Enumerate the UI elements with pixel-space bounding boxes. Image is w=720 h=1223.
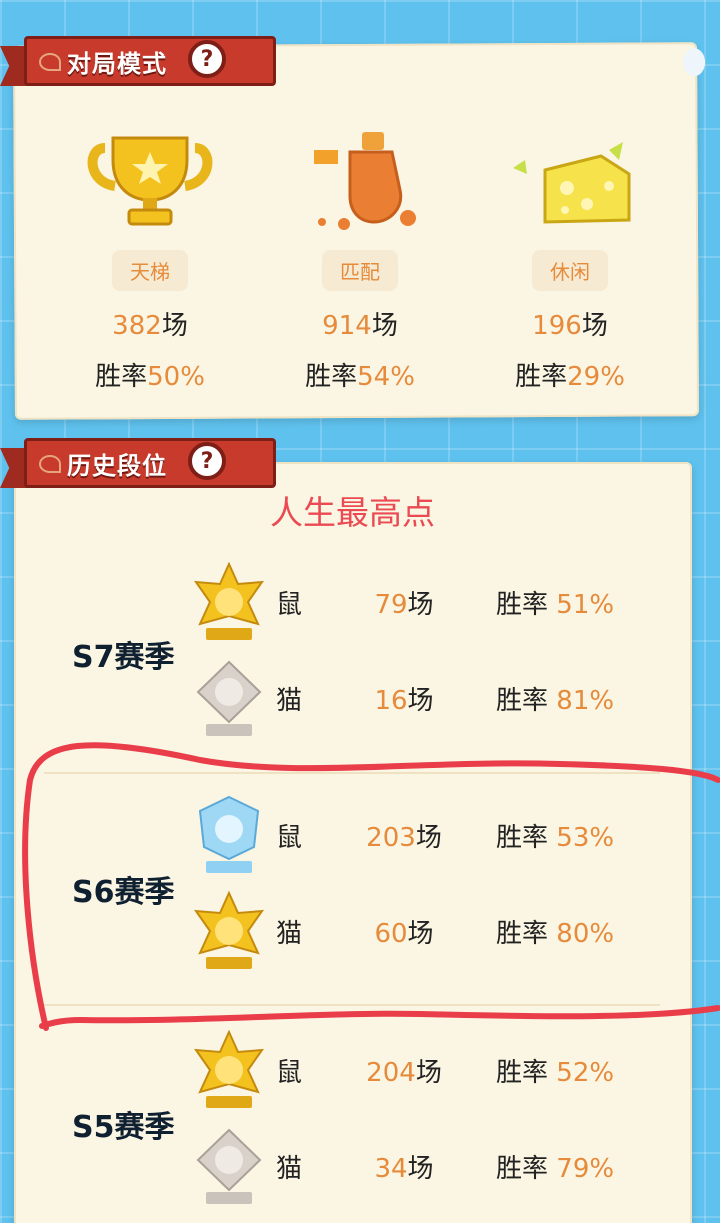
role-winrate: 胜率 52% (496, 1058, 615, 1088)
season-row: 鼠 79场 胜率 51% (44, 558, 680, 648)
trophy-icon (60, 110, 240, 230)
cheese-icon (480, 110, 660, 230)
history-title: 历史段位 (67, 451, 167, 480)
role-label: 猫 (276, 1154, 303, 1184)
role-label: 猫 (276, 919, 303, 949)
mode-label: 天梯 (112, 250, 188, 291)
diamond-rank-badge-icon (192, 795, 266, 877)
modes-header-ribbon: 对局模式 ? (0, 34, 290, 92)
ribbon-curl-ornament (39, 455, 61, 473)
mode-casual[interactable]: 休闲 196场 胜率29% (480, 110, 660, 393)
season-block-s6: S6赛季 鼠 203场 胜率 53% 猫 60场 胜率 80% (44, 785, 680, 990)
season-row: 猫 34场 胜率 79% (44, 1122, 680, 1212)
season-row: 猫 16场 胜率 81% (44, 654, 680, 744)
role-games: 16场 (374, 686, 434, 716)
mode-winrate: 胜率54% (305, 362, 415, 392)
season-block-s5: S5赛季 鼠 204场 胜率 52% 猫 34场 胜率 79% (44, 1016, 680, 1223)
role-label: 鼠 (276, 1058, 303, 1088)
season-divider (44, 1004, 660, 1006)
mode-label: 匹配 (322, 250, 398, 291)
role-winrate: 胜率 79% (496, 1154, 615, 1184)
role-label: 猫 (276, 686, 303, 716)
mode-ladder[interactable]: 天梯 382场 胜率50% (60, 110, 240, 393)
season-row: 鼠 204场 胜率 52% (44, 1026, 680, 1116)
silver-rank-badge-icon (192, 1126, 266, 1208)
mode-winrate: 胜率50% (95, 362, 205, 392)
gold-rank-badge-icon (192, 561, 266, 644)
role-games: 204场 (366, 1058, 442, 1088)
mode-label: 休闲 (532, 250, 608, 291)
season-divider (44, 772, 660, 774)
ribbon-band: 对局模式 (24, 36, 276, 86)
mode-games: 914场 (322, 311, 398, 341)
history-header-ribbon: 历史段位 ? (0, 436, 290, 494)
role-games: 34场 (374, 1154, 434, 1184)
ribbon-curl-ornament (39, 53, 61, 71)
modes-help-icon[interactable]: ? (188, 40, 226, 78)
modes-title: 对局模式 (67, 49, 167, 78)
role-winrate: 胜率 51% (496, 590, 615, 620)
mode-winrate: 胜率29% (515, 362, 625, 392)
role-label: 鼠 (276, 590, 303, 620)
season-row: 猫 60场 胜率 80% (44, 887, 680, 977)
role-games: 79场 (374, 590, 434, 620)
role-winrate: 胜率 80% (496, 919, 615, 949)
annotation-text: 人生最高点 (270, 493, 435, 532)
cheese-shaker-icon (270, 110, 450, 230)
season-row: 鼠 203场 胜率 53% (44, 791, 680, 881)
gold-rank-badge-icon (192, 890, 266, 973)
paper-tear (683, 48, 706, 77)
role-winrate: 胜率 53% (496, 823, 615, 853)
season-block-s7: S7赛季 鼠 79场 胜率 51% 猫 16场 胜率 81% (44, 550, 680, 760)
role-label: 鼠 (276, 823, 303, 853)
mode-match[interactable]: 匹配 914场 胜率54% (270, 110, 450, 393)
history-help-icon[interactable]: ? (188, 442, 226, 480)
role-winrate: 胜率 81% (496, 686, 615, 716)
gold-rank-badge-icon (192, 1029, 266, 1112)
silver-rank-badge-icon (192, 658, 266, 740)
role-games: 203场 (366, 823, 442, 853)
ribbon-band: 历史段位 (24, 438, 276, 488)
mode-games: 382场 (112, 311, 188, 341)
mode-games: 196场 (532, 311, 608, 341)
role-games: 60场 (374, 919, 434, 949)
